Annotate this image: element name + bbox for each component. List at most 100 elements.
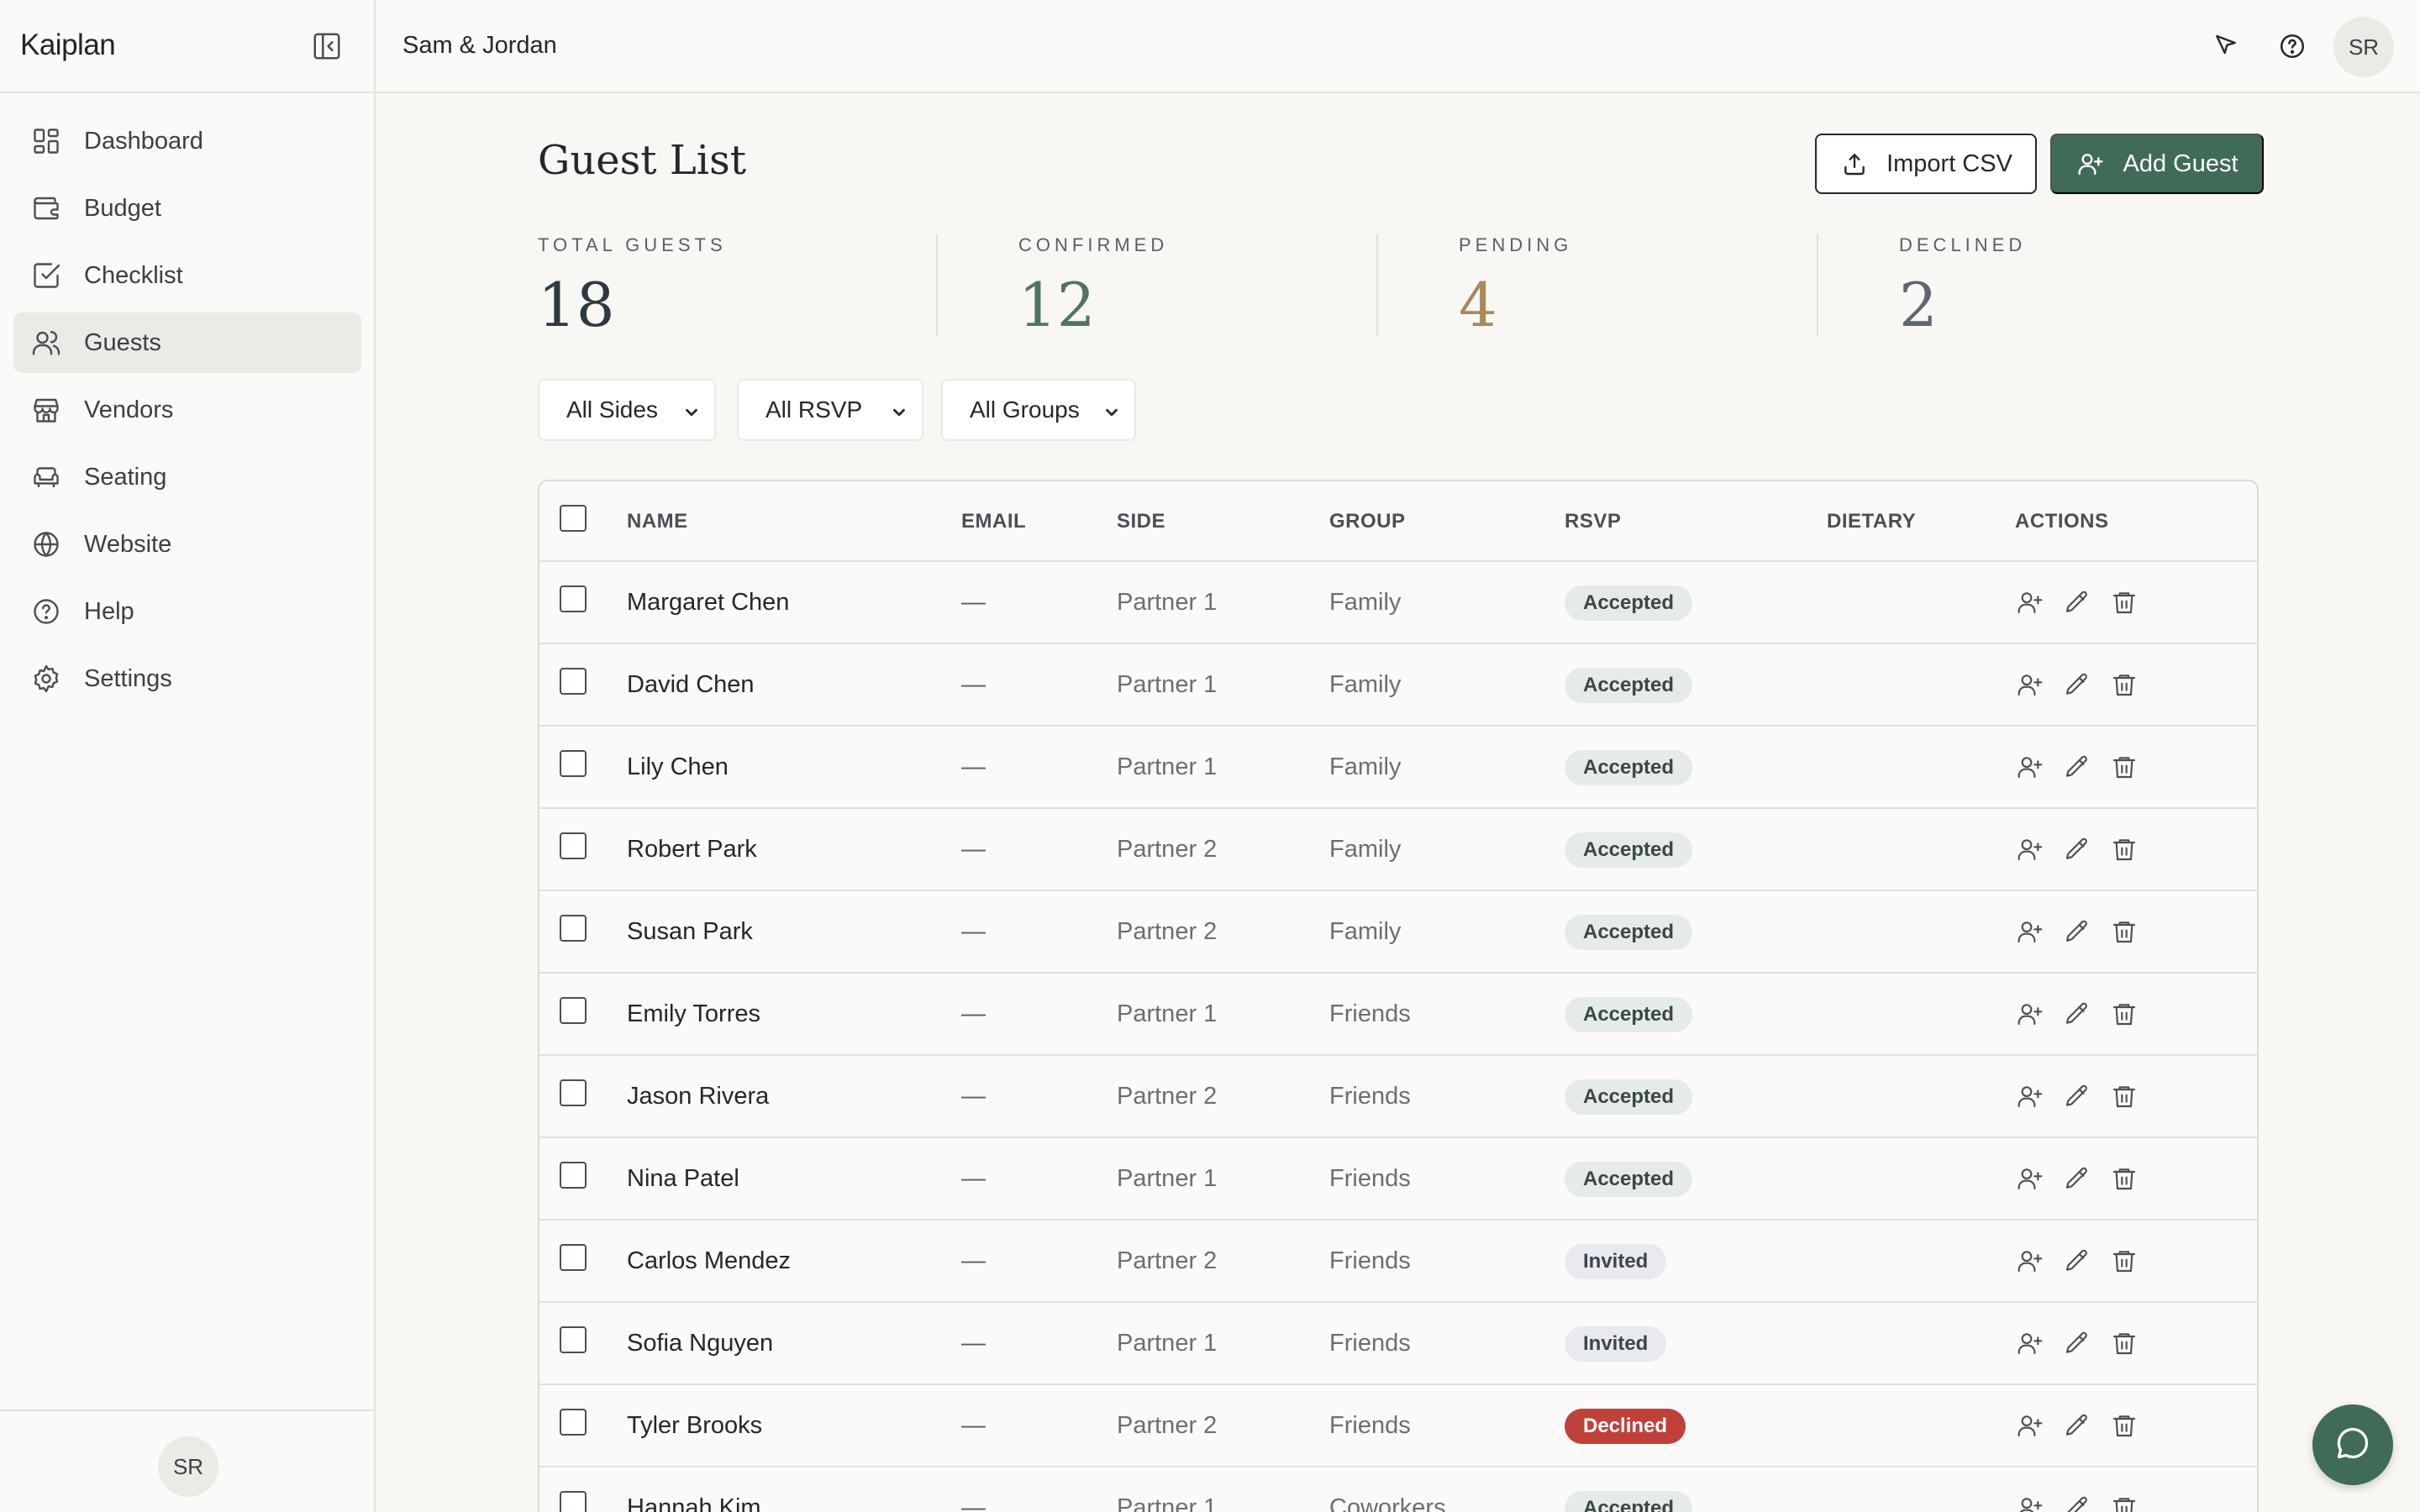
edit-pencil-icon[interactable]	[2062, 669, 2092, 700]
add-plus-one-icon[interactable]	[2015, 1493, 2045, 1512]
edit-pencil-icon[interactable]	[2062, 587, 2092, 617]
add-plus-one-icon[interactable]	[2015, 916, 2045, 947]
row-checkbox[interactable]	[560, 832, 587, 859]
add-plus-one-icon[interactable]	[2015, 999, 2045, 1029]
add-plus-one-icon[interactable]	[2015, 752, 2045, 782]
sidebar-item-guests[interactable]: Guests	[13, 312, 361, 373]
add-plus-one-icon[interactable]	[2015, 1328, 2045, 1358]
delete-trash-icon[interactable]	[2109, 916, 2139, 947]
column-header-email[interactable]: EMAIL	[961, 510, 1026, 533]
select-all-checkbox[interactable]	[560, 505, 587, 532]
edit-pencil-icon[interactable]	[2062, 1081, 2092, 1111]
delete-trash-icon[interactable]	[2109, 587, 2139, 617]
rsvp-status-badge: Accepted	[1565, 1491, 1693, 1512]
delete-trash-icon[interactable]	[2109, 1081, 2139, 1111]
row-checkbox[interactable]	[560, 585, 587, 612]
help-circle-icon[interactable]	[2276, 30, 2308, 62]
edit-pencil-icon[interactable]	[2062, 1246, 2092, 1276]
column-header-name[interactable]: NAME	[627, 510, 688, 533]
add-guest-button[interactable]: Add Guest	[2050, 134, 2264, 194]
add-plus-one-icon[interactable]	[2015, 1163, 2045, 1194]
edit-pencil-icon[interactable]	[2062, 1493, 2092, 1512]
filter-value: All Groups	[970, 396, 1080, 423]
cursor-pointer-icon[interactable]	[2210, 30, 2242, 62]
help-circle-icon	[30, 596, 62, 627]
edit-pencil-icon[interactable]	[2062, 752, 2092, 782]
row-actions	[2015, 999, 2139, 1029]
table-row[interactable]: Robert Park — Partner 2 Family Accepted	[539, 809, 2257, 891]
row-actions	[2015, 834, 2139, 864]
add-plus-one-icon[interactable]	[2015, 669, 2045, 700]
sidebar-item-budget[interactable]: Budget	[13, 178, 361, 239]
row-checkbox[interactable]	[560, 915, 587, 942]
import-csv-button[interactable]: Import CSV	[1815, 134, 2037, 194]
column-header-side[interactable]: SIDE	[1117, 510, 1165, 533]
guest-email: —	[961, 1330, 986, 1357]
delete-trash-icon[interactable]	[2109, 1410, 2139, 1441]
table-row[interactable]: Susan Park — Partner 2 Family Accepted	[539, 891, 2257, 974]
row-checkbox[interactable]	[560, 1162, 587, 1189]
filter-groups-select[interactable]: All Groups	[941, 379, 1136, 441]
guest-group: Friends	[1329, 1165, 1411, 1192]
sidebar-item-checklist[interactable]: Checklist	[13, 245, 361, 306]
row-checkbox[interactable]	[560, 750, 587, 777]
table-row[interactable]: Jason Rivera — Partner 2 Friends Accepted	[539, 1056, 2257, 1138]
sidebar-item-help[interactable]: Help	[13, 581, 361, 642]
table-row[interactable]: Margaret Chen — Partner 1 Family Accepted	[539, 562, 2257, 644]
edit-pencil-icon[interactable]	[2062, 834, 2092, 864]
delete-trash-icon[interactable]	[2109, 1493, 2139, 1512]
delete-trash-icon[interactable]	[2109, 669, 2139, 700]
add-plus-one-icon[interactable]	[2015, 587, 2045, 617]
sidebar-item-website[interactable]: Website	[13, 514, 361, 575]
sidebar-item-settings[interactable]: Settings	[13, 648, 361, 709]
row-checkbox[interactable]	[560, 1491, 587, 1512]
row-actions	[2015, 587, 2139, 617]
row-checkbox[interactable]	[560, 668, 587, 695]
row-checkbox[interactable]	[560, 1244, 587, 1271]
add-plus-one-icon[interactable]	[2015, 834, 2045, 864]
table-row[interactable]: Emily Torres — Partner 1 Friends Accepted	[539, 974, 2257, 1056]
table-row[interactable]: Sofia Nguyen — Partner 1 Friends Invited	[539, 1303, 2257, 1385]
filter-rsvp-select[interactable]: All RSVP	[737, 379, 923, 441]
delete-trash-icon[interactable]	[2109, 1328, 2139, 1358]
sidebar-item-seating[interactable]: Seating	[13, 447, 361, 507]
row-checkbox[interactable]	[560, 1409, 587, 1436]
column-header-dietary[interactable]: DIETARY	[1827, 510, 1916, 533]
edit-pencil-icon[interactable]	[2062, 1410, 2092, 1441]
filter-sides-select[interactable]: All Sides	[538, 379, 716, 441]
table-row[interactable]: Lily Chen — Partner 1 Family Accepted	[539, 727, 2257, 809]
table-row[interactable]: Tyler Brooks — Partner 2 Friends Declined	[539, 1385, 2257, 1467]
row-checkbox[interactable]	[560, 1326, 587, 1353]
edit-pencil-icon[interactable]	[2062, 916, 2092, 947]
column-header-group[interactable]: GROUP	[1329, 510, 1406, 533]
table-row[interactable]: Hannah Kim — Partner 1 Coworkers Accepted	[539, 1467, 2257, 1512]
table-row[interactable]: Carlos Mendez — Partner 2 Friends Invited	[539, 1221, 2257, 1303]
table-row[interactable]: Nina Patel — Partner 1 Friends Accepted	[539, 1138, 2257, 1221]
sidebar-collapse-icon[interactable]	[311, 30, 343, 62]
sidebar-item-label: Help	[84, 597, 134, 625]
guest-side: Partner 2	[1117, 918, 1218, 945]
sidebar-item-vendors[interactable]: Vendors	[13, 380, 361, 440]
delete-trash-icon[interactable]	[2109, 834, 2139, 864]
sidebar-item-dashboard[interactable]: Dashboard	[13, 111, 361, 171]
delete-trash-icon[interactable]	[2109, 1163, 2139, 1194]
edit-pencil-icon[interactable]	[2062, 1328, 2092, 1358]
table-row[interactable]: David Chen — Partner 1 Family Accepted	[539, 644, 2257, 727]
add-plus-one-icon[interactable]	[2015, 1410, 2045, 1441]
row-checkbox[interactable]	[560, 997, 587, 1024]
filter-value: All Sides	[566, 396, 658, 423]
guest-group: Friends	[1329, 1412, 1411, 1439]
add-plus-one-icon[interactable]	[2015, 1246, 2045, 1276]
avatar[interactable]: SR	[2333, 17, 2394, 77]
avatar[interactable]: SR	[158, 1436, 218, 1497]
delete-trash-icon[interactable]	[2109, 752, 2139, 782]
edit-pencil-icon[interactable]	[2062, 999, 2092, 1029]
delete-trash-icon[interactable]	[2109, 1246, 2139, 1276]
edit-pencil-icon[interactable]	[2062, 1163, 2092, 1194]
row-checkbox[interactable]	[560, 1079, 587, 1106]
user-plus-icon	[2075, 149, 2106, 179]
chat-button[interactable]	[2312, 1404, 2393, 1485]
add-plus-one-icon[interactable]	[2015, 1081, 2045, 1111]
column-header-rsvp[interactable]: RSVP	[1565, 510, 1621, 533]
delete-trash-icon[interactable]	[2109, 999, 2139, 1029]
